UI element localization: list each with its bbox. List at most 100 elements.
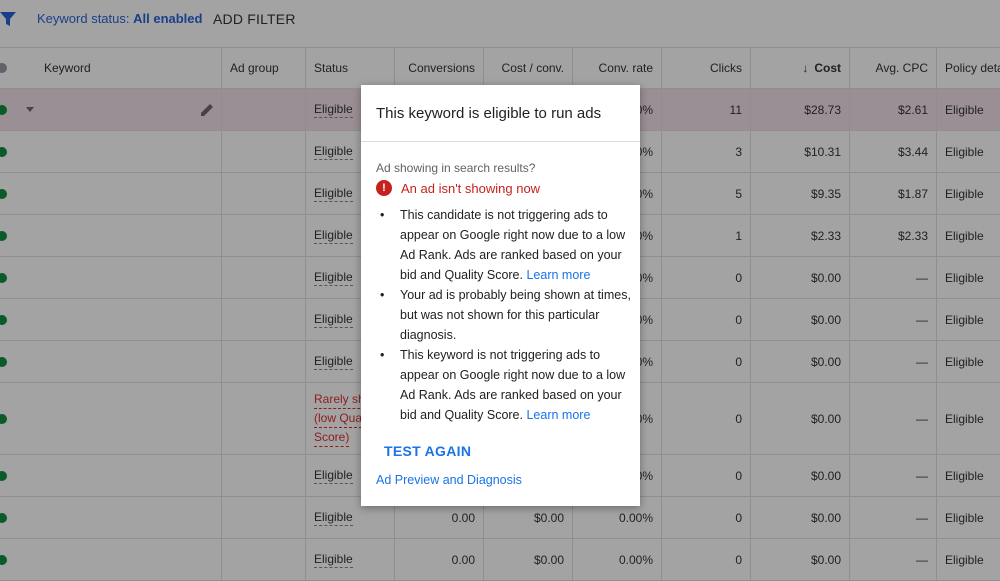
learn-more-link[interactable]: Learn more — [526, 408, 590, 422]
eligible-dot-icon — [0, 230, 7, 241]
col-avg-cpc[interactable]: Avg. CPC — [850, 48, 937, 88]
col-clicks[interactable]: Clicks — [662, 48, 751, 88]
keyword-cell — [22, 299, 222, 340]
status-rarely-line3: Score) — [314, 428, 350, 447]
keyword-cell — [22, 455, 222, 496]
filter-status-value: All enabled — [133, 11, 203, 26]
bullet-icon: • — [380, 208, 385, 222]
ad-group-cell — [222, 341, 306, 382]
popup-divider — [361, 141, 640, 142]
edit-pencil-icon[interactable] — [199, 102, 215, 118]
clicks-cell: 0 — [662, 383, 751, 454]
learn-more-link[interactable]: Learn more — [526, 268, 590, 282]
keyword-status-filter[interactable]: Keyword status: All enabled — [37, 11, 202, 26]
cost-cell: $9.35 — [751, 173, 850, 214]
col-keyword[interactable]: Keyword — [22, 48, 222, 88]
ad-group-cell — [222, 89, 306, 130]
avg-cpc-cell: — — [850, 383, 937, 454]
filter-bar: Keyword status: All enabled ADD FILTER — [0, 0, 1000, 48]
avg-cpc-cell: — — [850, 257, 937, 298]
cost-cell: $10.31 — [751, 131, 850, 172]
bullet-icon: • — [380, 348, 385, 362]
row-status-dot-cell — [0, 383, 22, 454]
row-status-dot-cell — [0, 257, 22, 298]
keyword-cell — [22, 383, 222, 454]
row-status-dot-cell — [0, 455, 22, 496]
keyword-cell — [22, 341, 222, 382]
test-again-button[interactable]: TEST AGAIN — [384, 443, 471, 459]
eligible-dot-icon — [0, 512, 7, 523]
avg-cpc-cell: $2.61 — [850, 89, 937, 130]
col-ad-group[interactable]: Ad group — [222, 48, 306, 88]
ad-group-cell — [222, 383, 306, 454]
avg-cpc-cell: $3.44 — [850, 131, 937, 172]
col-status[interactable]: Status — [306, 48, 395, 88]
clicks-cell: 0 — [662, 497, 751, 538]
col-cost-label: Cost — [814, 61, 841, 75]
eligible-dot-icon — [0, 188, 7, 199]
cost-cell: $0.00 — [751, 383, 850, 454]
cost-cell: $0.00 — [751, 497, 850, 538]
status-value: Eligible — [314, 353, 353, 370]
status-value: Eligible — [314, 101, 353, 118]
status-value: Eligible — [314, 269, 353, 286]
ad-group-cell — [222, 257, 306, 298]
status-value: Eligible — [314, 311, 353, 328]
ad-preview-link[interactable]: Ad Preview and Diagnosis — [376, 473, 522, 487]
avg-cpc-cell: — — [850, 497, 937, 538]
policy-cell: Eligible — [945, 186, 984, 201]
col-cost-conv[interactable]: Cost / conv. — [484, 48, 573, 88]
list-item: • Your ad is probably being shown at time… — [376, 285, 632, 345]
row-status-dot-cell — [0, 341, 22, 382]
col-cost[interactable]: ↓ Cost — [751, 48, 850, 88]
row-status-dot-cell — [0, 497, 22, 538]
eligible-dot-icon — [0, 146, 7, 157]
policy-cell: Eligible — [945, 102, 984, 117]
ad-group-cell — [222, 455, 306, 496]
clicks-cell: 5 — [662, 173, 751, 214]
ad-group-cell — [222, 173, 306, 214]
dropdown-caret-icon[interactable] — [26, 107, 34, 112]
policy-cell: Eligible — [945, 510, 984, 525]
clicks-cell: 3 — [662, 131, 751, 172]
row-status-dot-cell — [0, 131, 22, 172]
policy-cell: Eligible — [945, 468, 984, 483]
policy-cell: Eligible — [945, 411, 984, 426]
cost-cell: $2.33 — [751, 215, 850, 256]
eligible-dot-icon — [0, 413, 7, 424]
clicks-cell: 0 — [662, 455, 751, 496]
status-rarely-line1: Rarely sh — [314, 390, 365, 409]
filter-icon[interactable] — [0, 11, 16, 27]
ad-group-cell — [222, 131, 306, 172]
popup-warning-text: An ad isn't showing now — [401, 180, 541, 196]
diagnosis-text-1: This candidate is not triggering ads to … — [400, 208, 626, 282]
avg-cpc-cell: — — [850, 341, 937, 382]
row-status-dot-cell — [0, 89, 22, 130]
diagnosis-text-3: This keyword is not triggering ads to ap… — [400, 348, 626, 422]
eligible-dot-icon — [0, 104, 7, 115]
ad-group-cell — [222, 215, 306, 256]
table-row[interactable]: Eligible 0.00 $0.00 0.00% 0 $0.00 — Elig… — [0, 539, 1000, 581]
list-item: • This candidate is not triggering ads to… — [376, 205, 632, 285]
add-filter-button[interactable]: ADD FILTER — [213, 11, 296, 27]
col-conv-rate[interactable]: Conv. rate — [573, 48, 662, 88]
status-rarely-line2: (low Qua — [314, 409, 363, 428]
avg-cpc-cell: $2.33 — [850, 215, 937, 256]
bullet-icon: • — [380, 288, 385, 302]
policy-cell: Eligible — [945, 354, 984, 369]
cost-cell: $0.00 — [751, 299, 850, 340]
eligible-dot-icon — [0, 470, 7, 481]
table-header: Keyword Ad group Status Conversions Cost… — [0, 48, 1000, 89]
ad-group-cell — [222, 299, 306, 340]
keyword-cell — [22, 89, 222, 130]
status-value: Eligible — [314, 185, 353, 202]
keyword-cell — [22, 131, 222, 172]
status-value: Eligible — [314, 227, 353, 244]
cost-cell: $28.73 — [751, 89, 850, 130]
col-policy[interactable]: Policy details — [937, 48, 1000, 88]
diagnosis-text-2: Your ad is probably being shown at times… — [400, 288, 631, 342]
status-value: Eligible — [314, 467, 353, 484]
diagnosis-list: • This candidate is not triggering ads to… — [376, 205, 632, 425]
keyword-cell — [22, 173, 222, 214]
col-conversions[interactable]: Conversions — [395, 48, 484, 88]
